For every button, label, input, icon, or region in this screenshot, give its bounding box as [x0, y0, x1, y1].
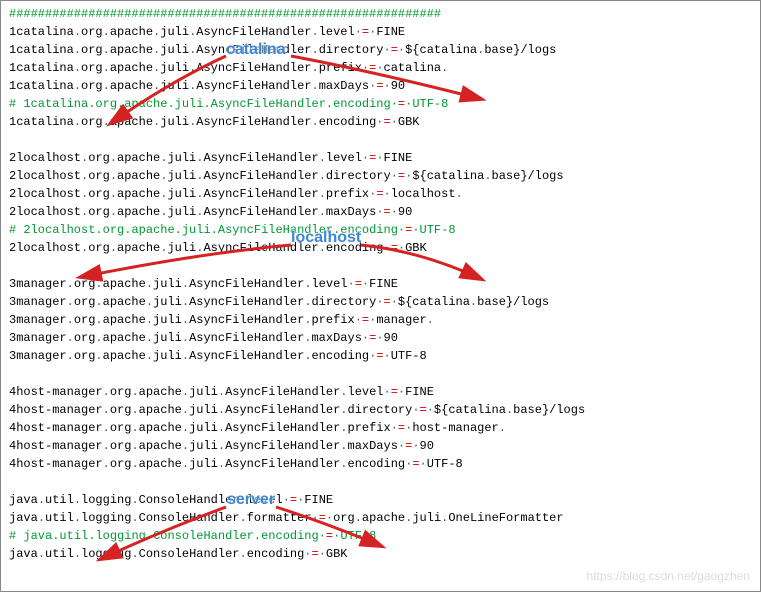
watermark: https://blog.csdn.net/gaogzhen: [587, 567, 750, 585]
blank-line: [9, 257, 752, 275]
property-line: 2localhost.org.apache.juli.AsyncFileHand…: [9, 239, 752, 257]
property-line: 2localhost.org.apache.juli.AsyncFileHand…: [9, 149, 752, 167]
blank-line: [9, 131, 752, 149]
property-line: 4host-manager.org.apache.juli.AsyncFileH…: [9, 401, 752, 419]
comment-line: # 2localhost.org.apache.juli.AsyncFileHa…: [9, 221, 752, 239]
property-line: 3manager.org.apache.juli.AsyncFileHandle…: [9, 329, 752, 347]
hash-divider: ########################################…: [9, 5, 752, 23]
property-line: 2localhost.org.apache.juli.AsyncFileHand…: [9, 167, 752, 185]
property-line: 1catalina.org.apache.juli.AsyncFileHandl…: [9, 23, 752, 41]
comment-line: # 1catalina.org.apache.juli.AsyncFileHan…: [9, 95, 752, 113]
property-line: 1catalina.org.apache.juli.AsyncFileHandl…: [9, 77, 752, 95]
property-line: 4host-manager.org.apache.juli.AsyncFileH…: [9, 455, 752, 473]
property-line: java.util.logging.ConsoleHandler.level·=…: [9, 491, 752, 509]
property-line: 3manager.org.apache.juli.AsyncFileHandle…: [9, 347, 752, 365]
property-line: 4host-manager.org.apache.juli.AsyncFileH…: [9, 419, 752, 437]
code-block: ########################################…: [9, 5, 752, 563]
property-line: 3manager.org.apache.juli.AsyncFileHandle…: [9, 311, 752, 329]
comment-line: # java.util.logging.ConsoleHandler.encod…: [9, 527, 752, 545]
property-line: 3manager.org.apache.juli.AsyncFileHandle…: [9, 293, 752, 311]
property-line: 2localhost.org.apache.juli.AsyncFileHand…: [9, 185, 752, 203]
property-line: 4host-manager.org.apache.juli.AsyncFileH…: [9, 437, 752, 455]
blank-line: [9, 365, 752, 383]
property-line: 1catalina.org.apache.juli.AsyncFileHandl…: [9, 59, 752, 77]
property-line: java.util.logging.ConsoleHandler.formatt…: [9, 509, 752, 527]
property-line: java.util.logging.ConsoleHandler.encodin…: [9, 545, 752, 563]
property-line: 1catalina.org.apache.juli.AsyncFileHandl…: [9, 113, 752, 131]
property-line: 1catalina.org.apache.juli.AsyncFileHandl…: [9, 41, 752, 59]
property-line: 2localhost.org.apache.juli.AsyncFileHand…: [9, 203, 752, 221]
property-line: 4host-manager.org.apache.juli.AsyncFileH…: [9, 383, 752, 401]
code-snippet-container: ########################################…: [0, 0, 761, 592]
blank-line: [9, 473, 752, 491]
property-line: 3manager.org.apache.juli.AsyncFileHandle…: [9, 275, 752, 293]
